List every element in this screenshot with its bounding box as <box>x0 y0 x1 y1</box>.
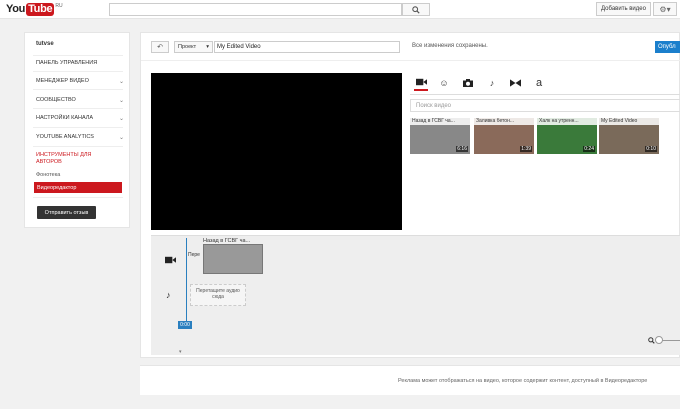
zoom-slider-handle[interactable] <box>655 336 663 344</box>
thumbnail-duration: 1:39 <box>520 146 532 152</box>
editor-body: ☺ ♪ a Поиск видео Назад в ГСВГ ча... 6:1… <box>151 73 680 230</box>
settings-button[interactable]: ⚙▾ <box>653 2 677 16</box>
video-camera-icon <box>165 256 176 266</box>
media-thumbnail[interactable]: My Edited Video 0:10 <box>599 118 659 154</box>
search-input[interactable] <box>109 3 402 16</box>
tab-transitions[interactable] <box>508 75 522 91</box>
media-tabs: ☺ ♪ a <box>410 73 680 95</box>
sidebar-item-creator-tools[interactable]: ИНСТРУМЕНТЫ ДЛЯ АВТОРОВ <box>36 152 116 165</box>
undo-icon: ↶ <box>157 44 163 51</box>
thumbnail-title: Халк на утренн... <box>537 118 597 125</box>
chevron-down-icon: ⌄ <box>118 78 124 85</box>
chevron-down-icon: ⌄ <box>118 97 124 104</box>
tab-videos[interactable] <box>414 75 428 91</box>
audio-drop-zone[interactable]: Перетащите аудио сюда <box>190 284 246 306</box>
sidebar-item-channel-settings[interactable]: НАСТРОЙКИ КАНАЛА ⌄ <box>36 112 124 124</box>
project-title-input[interactable]: My Edited Video <box>214 41 400 53</box>
undo-button[interactable]: ↶ <box>151 41 169 53</box>
photo-camera-icon <box>463 79 473 87</box>
sidebar-item-community[interactable]: СООБЩЕСТВО ⌄ <box>36 94 124 106</box>
video-preview[interactable] <box>151 73 402 230</box>
search-icon <box>412 5 420 14</box>
clip-drop-label: Пере <box>188 252 200 258</box>
thumbnail-duration: 0:24 <box>583 146 595 152</box>
music-note-icon: ♪ <box>166 290 171 300</box>
playhead[interactable] <box>186 238 187 322</box>
divider <box>33 71 123 72</box>
timeline[interactable]: ♪ Назад в ГСВГ ча... Пере Перетащите ауд… <box>151 235 680 355</box>
logo-tube: Tube <box>26 2 55 16</box>
project-dropdown[interactable]: Проект ▾ <box>174 41 213 53</box>
footer-notice: Реклама может отображаться на видео, кот… <box>398 378 648 384</box>
logo-region: RU <box>55 3 63 9</box>
text-icon: a <box>535 77 543 89</box>
sidebar-item-label: ПАНЕЛЬ УПРАВЛЕНИЯ <box>36 60 98 66</box>
tab-photos[interactable] <box>461 75 475 91</box>
sidebar-item-video-editor[interactable]: Видеоредактор <box>34 182 122 193</box>
divider <box>33 55 123 56</box>
divider <box>33 127 123 128</box>
tab-creative-commons[interactable]: ☺ <box>437 75 451 91</box>
thumbnail-title: Заливка бетон... <box>474 118 534 125</box>
gear-icon: ⚙▾ <box>659 4 671 14</box>
sidebar: tutvse ПАНЕЛЬ УПРАВЛЕНИЯ МЕНЕДЖЕР ВИДЕО … <box>24 32 130 228</box>
sidebar-username[interactable]: tutvse <box>36 41 54 47</box>
chevron-down-icon: ▾ <box>206 44 209 50</box>
playhead-time: 0:00 <box>178 321 192 329</box>
divider <box>33 89 123 90</box>
zoom-icon <box>648 337 655 346</box>
media-thumbnail[interactable]: Халк на утренн... 0:24 <box>537 118 597 154</box>
upload-button[interactable]: Добавить видео <box>596 2 651 16</box>
music-note-icon: ♪ <box>489 78 495 88</box>
smiley-icon: ☺ <box>439 78 449 88</box>
sidebar-item-dashboard[interactable]: ПАНЕЛЬ УПРАВЛЕНИЯ <box>36 57 124 69</box>
top-bar: You Tube RU Добавить видео ⚙▾ <box>0 0 680 19</box>
chevron-down-icon: ⌄ <box>118 134 124 141</box>
search-button[interactable] <box>402 3 430 16</box>
thumbnail-duration: 6:16 <box>456 146 468 152</box>
sidebar-item-label: YOUTUBE ANALYTICS <box>36 134 94 140</box>
sidebar-item-analytics[interactable]: YOUTUBE ANALYTICS ⌄ <box>36 131 124 143</box>
sidebar-item-video-manager[interactable]: МЕНЕДЖЕР ВИДЕО ⌄ <box>36 75 124 87</box>
media-search-input[interactable]: Поиск видео <box>410 99 680 112</box>
divider <box>33 197 123 198</box>
thumbnail-title: My Edited Video <box>599 118 659 125</box>
media-thumbnail[interactable]: Заливка бетон... 1:39 <box>474 118 534 154</box>
save-status: Все изменения сохранены. <box>412 43 488 49</box>
transition-icon <box>509 79 521 87</box>
project-label: Проект <box>178 44 197 50</box>
chevron-down-icon[interactable]: ▾ <box>179 349 182 355</box>
tab-audio[interactable]: ♪ <box>485 75 499 91</box>
sidebar-item-label: СООБЩЕСТВО <box>36 97 76 103</box>
thumbnail-duration: 0:10 <box>645 146 657 152</box>
tab-text[interactable]: a <box>532 75 546 91</box>
youtube-logo[interactable]: You Tube RU <box>6 2 63 16</box>
sidebar-item-label: МЕНЕДЖЕР ВИДЕО <box>36 78 89 84</box>
divider <box>33 146 123 147</box>
editor-header: ↶ Проект ▾ My Edited Video Все изменения… <box>141 33 680 61</box>
chevron-down-icon: ⌄ <box>118 115 124 122</box>
divider <box>33 108 123 109</box>
footer: Реклама может отображаться на видео, кот… <box>140 365 680 395</box>
send-feedback-button[interactable]: Отправить отзыв <box>37 206 96 219</box>
video-camera-icon <box>415 78 427 86</box>
sidebar-item-label: НАСТРОЙКИ КАНАЛА <box>36 115 94 121</box>
media-thumbnail[interactable]: Назад в ГСВГ ча... 6:16 <box>410 118 470 154</box>
thumbnail-title: Назад в ГСВГ ча... <box>410 118 470 125</box>
publish-button[interactable]: Опубл <box>655 41 680 53</box>
sidebar-item-audio-library[interactable]: Фонотека <box>36 172 60 178</box>
timeline-video-clip[interactable] <box>203 244 263 274</box>
video-editor-panel: ↶ Проект ▾ My Edited Video Все изменения… <box>140 32 680 358</box>
logo-you: You <box>6 3 26 15</box>
